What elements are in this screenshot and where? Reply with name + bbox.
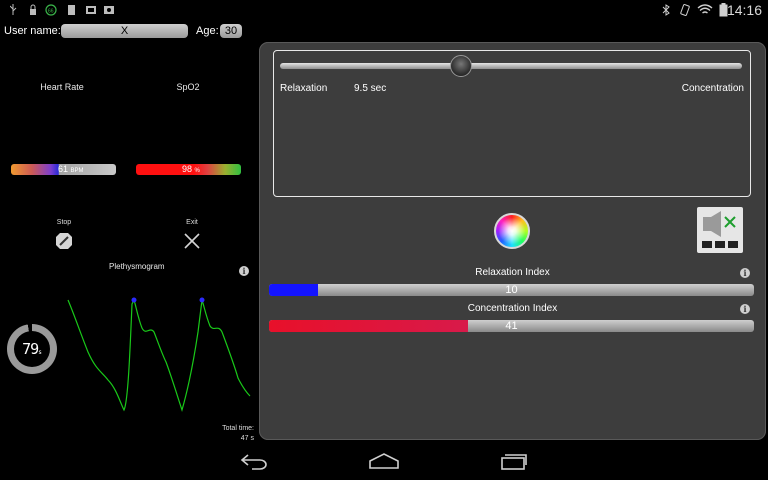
timer-value: 79 <box>22 340 39 358</box>
status-bar: 66 14:16 <box>0 0 768 20</box>
stop-button[interactable] <box>55 232 73 250</box>
relaxation-info-icon[interactable]: i <box>740 268 750 278</box>
spo2-unit: % <box>194 168 200 174</box>
spo2-readout: 98 % <box>182 164 200 177</box>
back-icon <box>240 454 267 470</box>
concentration-label: Concentration <box>681 83 744 94</box>
speaker-muted-icon <box>702 211 738 248</box>
session-slider-track[interactable] <box>280 63 742 69</box>
plethysmogram-peak-2 <box>199 297 205 303</box>
status-right-icons <box>662 3 728 17</box>
relaxation-index-value: 10 <box>505 284 518 296</box>
timer-ring: 79s <box>7 324 57 374</box>
lock-icon <box>30 4 36 15</box>
navigation-bar <box>0 444 768 480</box>
total-time-label: Total time: <box>222 425 254 432</box>
battery-icon <box>719 3 728 17</box>
session-slider-box: Relaxation 9.5 sec Concentration <box>273 50 751 197</box>
spo2-value: 98 <box>182 164 193 174</box>
screenshot-icon <box>104 6 114 14</box>
photo-icon <box>86 6 96 14</box>
heart-rate-title: Heart Rate <box>40 82 84 92</box>
back-button[interactable] <box>240 452 270 470</box>
color-wheel-button[interactable] <box>494 213 530 249</box>
plethysmogram-info-icon[interactable]: i <box>239 266 249 276</box>
heart-rate-value: 61 <box>58 164 69 174</box>
timer-unit: s <box>38 349 42 356</box>
exit-label: Exit <box>186 219 198 226</box>
home-button[interactable] <box>369 453 399 469</box>
plethysmogram-peak-1 <box>131 297 137 303</box>
concentration-index-title: Concentration Index <box>467 303 558 314</box>
exit-button[interactable] <box>183 232 201 250</box>
plethysmogram-trace <box>67 298 251 413</box>
rotate-icon <box>680 4 690 16</box>
status-left-icons: 66 <box>10 4 114 16</box>
usb-icon <box>10 4 17 15</box>
heart-rate-bar: 61 BPM <box>11 164 116 175</box>
total-time-value: 47 s <box>240 435 254 442</box>
user-name-field[interactable]: X <box>61 24 188 38</box>
spo2-title: SpO2 <box>176 82 200 92</box>
spo2-bar: 98 % <box>136 164 241 175</box>
relaxation-index-title: Relaxation Index <box>475 267 550 278</box>
user-name-label: User name: <box>4 25 61 37</box>
concentration-index-value: 41 <box>505 320 518 332</box>
relaxation-index-bar: 10 <box>269 284 754 296</box>
recents-icon <box>501 454 527 470</box>
close-icon <box>184 233 200 249</box>
biofeedback-panel: Relaxation 9.5 sec Concentration Relaxat… <box>259 42 766 440</box>
bluetooth-icon <box>662 4 670 16</box>
wifi-icon <box>697 4 713 14</box>
total-time: Total time: 47 s <box>204 424 254 444</box>
sd-card-icon <box>68 5 75 15</box>
age-field[interactable]: 30 <box>220 24 242 38</box>
session-slider-thumb[interactable] <box>450 55 472 77</box>
relaxation-label: Relaxation <box>280 83 328 94</box>
age-label: Age: <box>196 25 219 37</box>
concentration-index-bar: 41 <box>269 320 754 332</box>
sync-icon: 66 <box>45 4 57 16</box>
plethysmogram-title: Plethysmogram <box>109 262 165 271</box>
mute-button[interactable] <box>697 207 743 253</box>
recents-button[interactable] <box>500 452 528 470</box>
home-icon <box>369 453 399 469</box>
stop-label: Stop <box>56 219 72 226</box>
heart-rate-unit: BPM <box>70 168 84 174</box>
heart-rate-readout: 61 BPM <box>58 164 84 177</box>
svg-text:66: 66 <box>48 9 54 15</box>
plethysmogram-chart <box>67 297 251 413</box>
session-time: 9.5 sec <box>354 83 387 94</box>
clock: 14:16 <box>726 2 762 18</box>
concentration-info-icon[interactable]: i <box>740 304 750 314</box>
timer-readout: 79s <box>14 340 50 358</box>
